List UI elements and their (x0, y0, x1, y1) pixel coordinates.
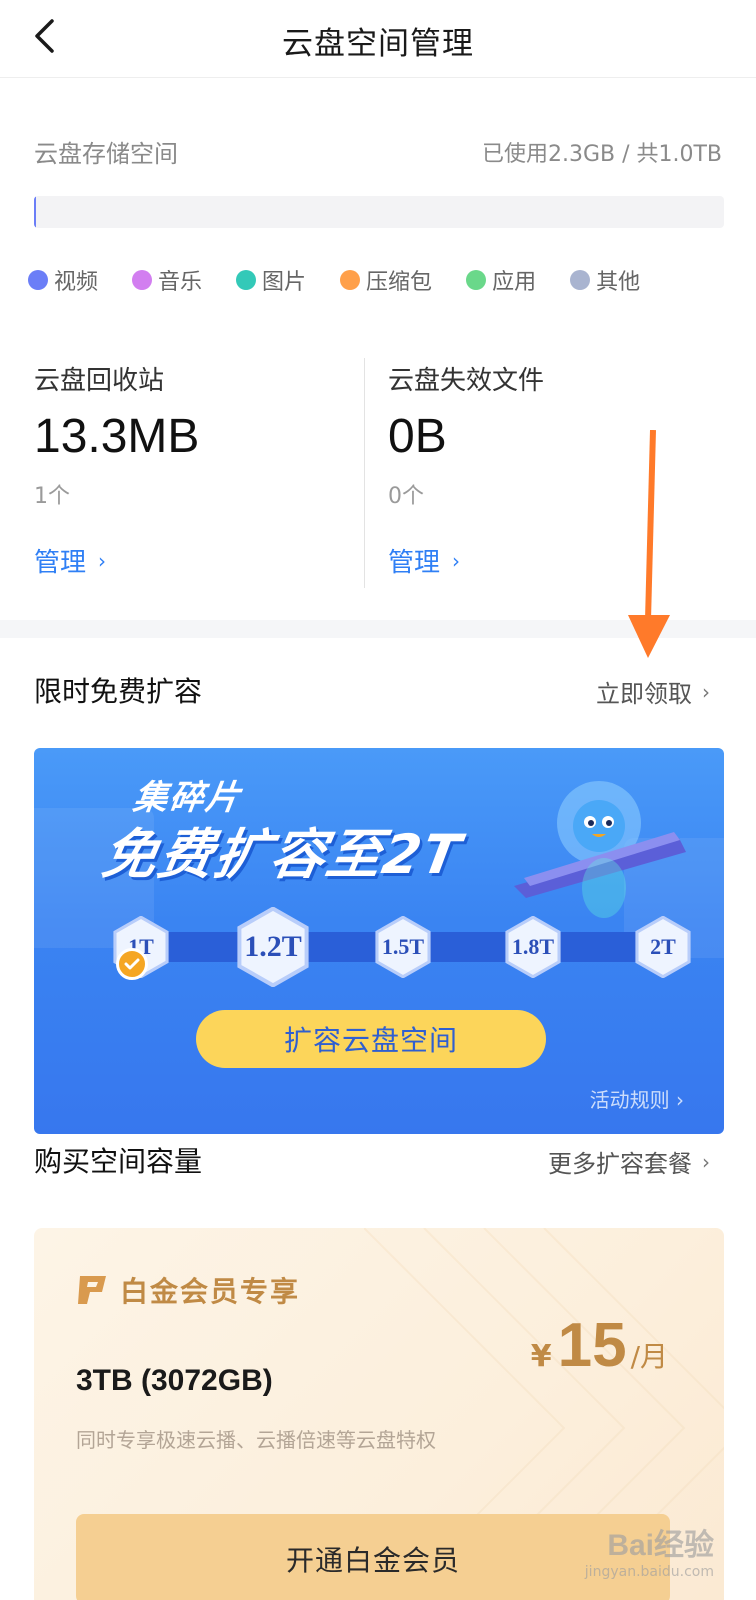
invalid-files-manage-link[interactable]: 管理 › (388, 542, 544, 579)
level-marker: 1.2T (233, 907, 313, 987)
manage-label: 管理 (388, 548, 441, 578)
price-currency: ¥ (530, 1339, 552, 1374)
open-platinum-button[interactable]: 开通白金会员 (76, 1514, 670, 1600)
plan-description: 同时专享极速云播、云播倍速等云盘特权 (76, 1428, 436, 1452)
chevron-right-icon: › (452, 548, 461, 573)
legend-dot-icon (28, 270, 48, 290)
recycle-bin-count: 1个 (34, 484, 70, 509)
legend-item: 图片 (236, 264, 306, 296)
storage-usage-fill (34, 196, 36, 228)
legend-label: 音乐 (158, 270, 203, 295)
chevron-right-icon: › (702, 679, 710, 704)
chevron-right-icon: › (702, 1149, 710, 1174)
legend-label: 应用 (492, 270, 537, 295)
manage-label: 管理 (34, 548, 87, 578)
claim-now-label: 立即领取 (596, 680, 692, 708)
legend-label: 图片 (262, 270, 307, 295)
free-expand-title: 限时免费扩容 (34, 675, 203, 708)
level-label: 2T (650, 934, 676, 959)
legend-dot-icon (466, 270, 487, 290)
annotation-arrow-icon (628, 430, 670, 658)
ufo-mascot-icon (514, 781, 686, 918)
level-label: 1.5T (381, 934, 425, 959)
price-amount: 15 (557, 1311, 627, 1380)
legend-dot-icon (132, 270, 153, 290)
more-plans-label: 更多扩容套餐 (548, 1150, 692, 1178)
level-label: 1.8T (511, 934, 555, 959)
expand-storage-button[interactable]: 扩容云盘空间 (196, 1010, 546, 1068)
purchase-title: 购买空间容量 (34, 1145, 203, 1178)
legend-dot-icon (236, 270, 257, 290)
legend-item: 其他 (570, 264, 640, 296)
page-title: 云盘空间管理 (282, 26, 474, 62)
cloud-storage-page: 云盘空间管理 云盘存储空间 已使用2.3GB / 共1.0TB 视频 音乐 图片 压缩… (0, 0, 756, 1600)
activity-rules-link[interactable]: 活动规则 › (590, 1084, 684, 1113)
recycle-bin-manage-link[interactable]: 管理 › (34, 542, 199, 579)
level-marker: 1.8T (502, 916, 564, 978)
free-expand-banner[interactable]: 集碎片 免费扩容至2T 1T 1.2T 1.5T 1.8T 2T 扩容云盘空间 活动规则… (34, 748, 724, 1134)
claim-now-link[interactable]: 立即领取 › (596, 674, 710, 709)
legend-label: 其他 (596, 270, 641, 295)
level-marker: 2T (632, 916, 694, 978)
checkmark-icon (116, 948, 148, 980)
legend-label: 压缩包 (366, 270, 433, 295)
chevron-right-icon: › (676, 1088, 684, 1112)
storage-used-text: 已使用2.3GB / 共1.0TB (481, 142, 722, 167)
watermark: Bai经验 jingyan.baidu.com (585, 1520, 714, 1580)
storage-usage-bar (34, 196, 724, 228)
level-marker: 1.5T (372, 916, 434, 978)
chevron-right-icon: › (98, 548, 107, 573)
level-label: 1.2T (244, 930, 302, 963)
stat-divider (364, 358, 365, 588)
legend-item: 应用 (466, 264, 536, 296)
storage-legend: 视频 音乐 图片 压缩包 应用 其他 (28, 264, 674, 296)
plan-price: ¥ 15 /月 (531, 1310, 668, 1381)
plan-capacity: 3TB (3072GB) (76, 1364, 273, 1397)
legend-label: 视频 (54, 270, 99, 295)
vip-badge: 白金会员专享 (76, 1270, 300, 1310)
recycle-bin-panel: 云盘回收站 13.3MB 1个 管理 › (34, 360, 199, 579)
legend-item: 压缩包 (340, 264, 432, 296)
platinum-logo-icon (78, 1276, 106, 1304)
more-plans-link[interactable]: 更多扩容套餐 › (548, 1144, 710, 1179)
invalid-files-panel: 云盘失效文件 0B 0个 管理 › (388, 360, 544, 579)
vip-badge-label: 白金会员专享 (120, 1275, 301, 1308)
activity-rules-label: 活动规则 (589, 1088, 670, 1112)
invalid-files-title: 云盘失效文件 (388, 366, 545, 396)
top-bar: 云盘空间管理 (0, 0, 756, 78)
banner-headline: 免费扩容至2T (97, 823, 468, 886)
recycle-bin-title: 云盘回收站 (34, 366, 165, 396)
invalid-files-size: 0B (388, 410, 447, 463)
invalid-files-count: 0个 (388, 484, 424, 509)
storage-label: 云盘存储空间 (34, 140, 178, 168)
legend-dot-icon (340, 270, 361, 290)
legend-item: 视频 (28, 264, 98, 296)
price-unit: /月 (630, 1340, 668, 1373)
legend-item: 音乐 (132, 264, 202, 296)
watermark-logo: Bai经验 (607, 1529, 714, 1562)
legend-dot-icon (570, 270, 591, 290)
watermark-url: jingyan.baidu.com (584, 1564, 714, 1580)
recycle-bin-size: 13.3MB (34, 410, 200, 463)
